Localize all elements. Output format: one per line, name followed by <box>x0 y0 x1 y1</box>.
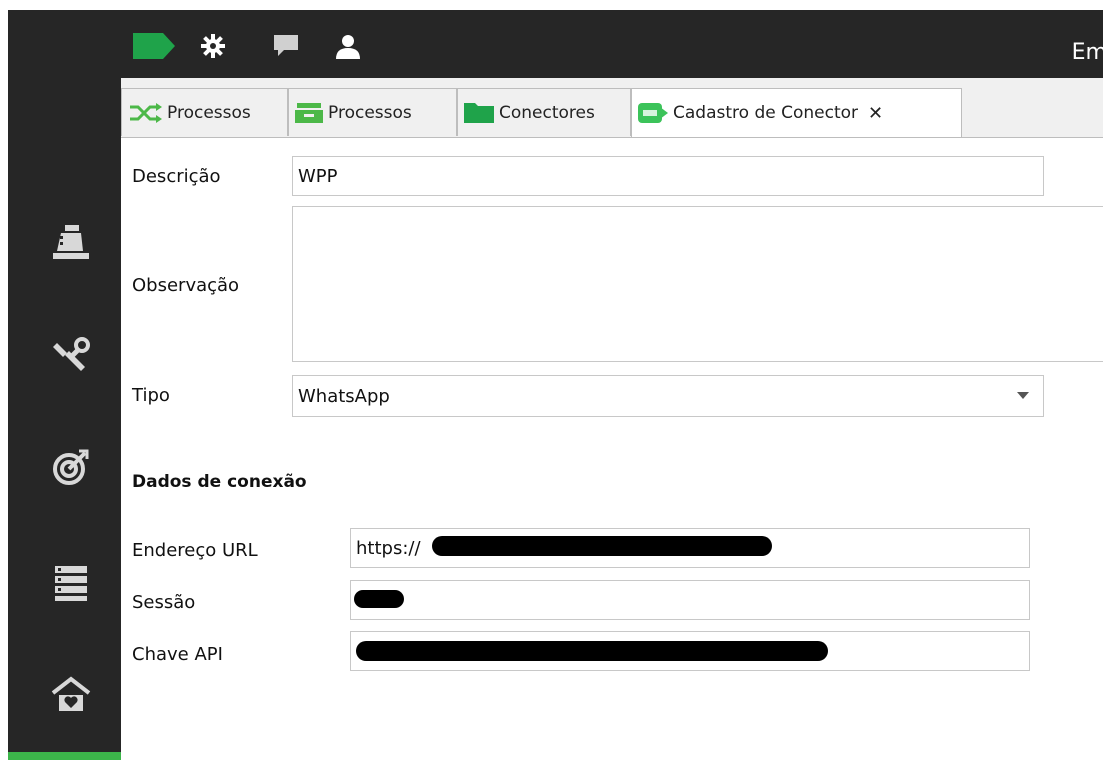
observacao-label: Observação <box>132 275 240 296</box>
chave-api-label: Chave API <box>132 644 223 665</box>
tab-conectores[interactable]: Conectores <box>457 88 631 136</box>
tab-label: Conectores <box>499 102 595 123</box>
url-field-value: https:// <box>356 537 421 559</box>
tab-label: Cadastro de Conector <box>673 103 858 123</box>
cash-register-icon[interactable] <box>44 216 98 270</box>
target-icon[interactable] <box>44 440 98 494</box>
redaction-bar <box>354 590 404 608</box>
tab-strip: Processos Processos Conectores Cadastro … <box>121 78 1103 138</box>
top-bar: Em <box>121 10 1103 78</box>
connector-icon <box>638 103 668 123</box>
tab-processos-2[interactable]: Processos <box>288 88 457 136</box>
folder-icon <box>464 102 494 123</box>
tipo-select[interactable]: WhatsApp <box>292 375 1044 417</box>
descricao-field[interactable]: WPP <box>292 156 1044 196</box>
tab-label: Processos <box>328 102 412 123</box>
gear-icon[interactable] <box>201 30 225 62</box>
sidebar <box>8 10 121 752</box>
tools-icon[interactable] <box>44 330 98 384</box>
tab-cadastro-de-conector[interactable]: Cadastro de Conector ✕ <box>631 88 962 137</box>
tipo-label: Tipo <box>132 385 170 406</box>
shuffle-icon <box>128 102 162 123</box>
redaction-bar <box>432 536 772 556</box>
top-strip <box>0 0 1103 10</box>
user-icon[interactable] <box>335 30 361 62</box>
list-icon[interactable] <box>44 555 98 609</box>
tag-icon[interactable] <box>133 30 175 62</box>
redaction-bar <box>356 641 828 661</box>
observacao-field[interactable] <box>292 206 1103 362</box>
home-heart-icon[interactable] <box>44 668 98 722</box>
chevron-down-icon[interactable] <box>1017 392 1029 399</box>
section-dados-de-conexao: Dados de conexão <box>132 472 307 492</box>
descricao-label: Descrição <box>132 166 221 187</box>
tipo-select-value: WhatsApp <box>298 385 390 407</box>
tab-label: Processos <box>167 102 251 123</box>
close-icon[interactable]: ✕ <box>868 103 883 124</box>
url-label: Endereço URL <box>132 540 258 561</box>
tab-processos-1[interactable]: Processos <box>121 88 288 136</box>
sidebar-accent-bar <box>8 752 121 760</box>
tray-icon <box>295 102 323 123</box>
sessao-field[interactable] <box>350 580 1030 620</box>
sessao-label: Sessão <box>132 592 196 613</box>
chat-icon[interactable] <box>274 30 298 62</box>
top-right-text: Em <box>1071 40 1103 65</box>
